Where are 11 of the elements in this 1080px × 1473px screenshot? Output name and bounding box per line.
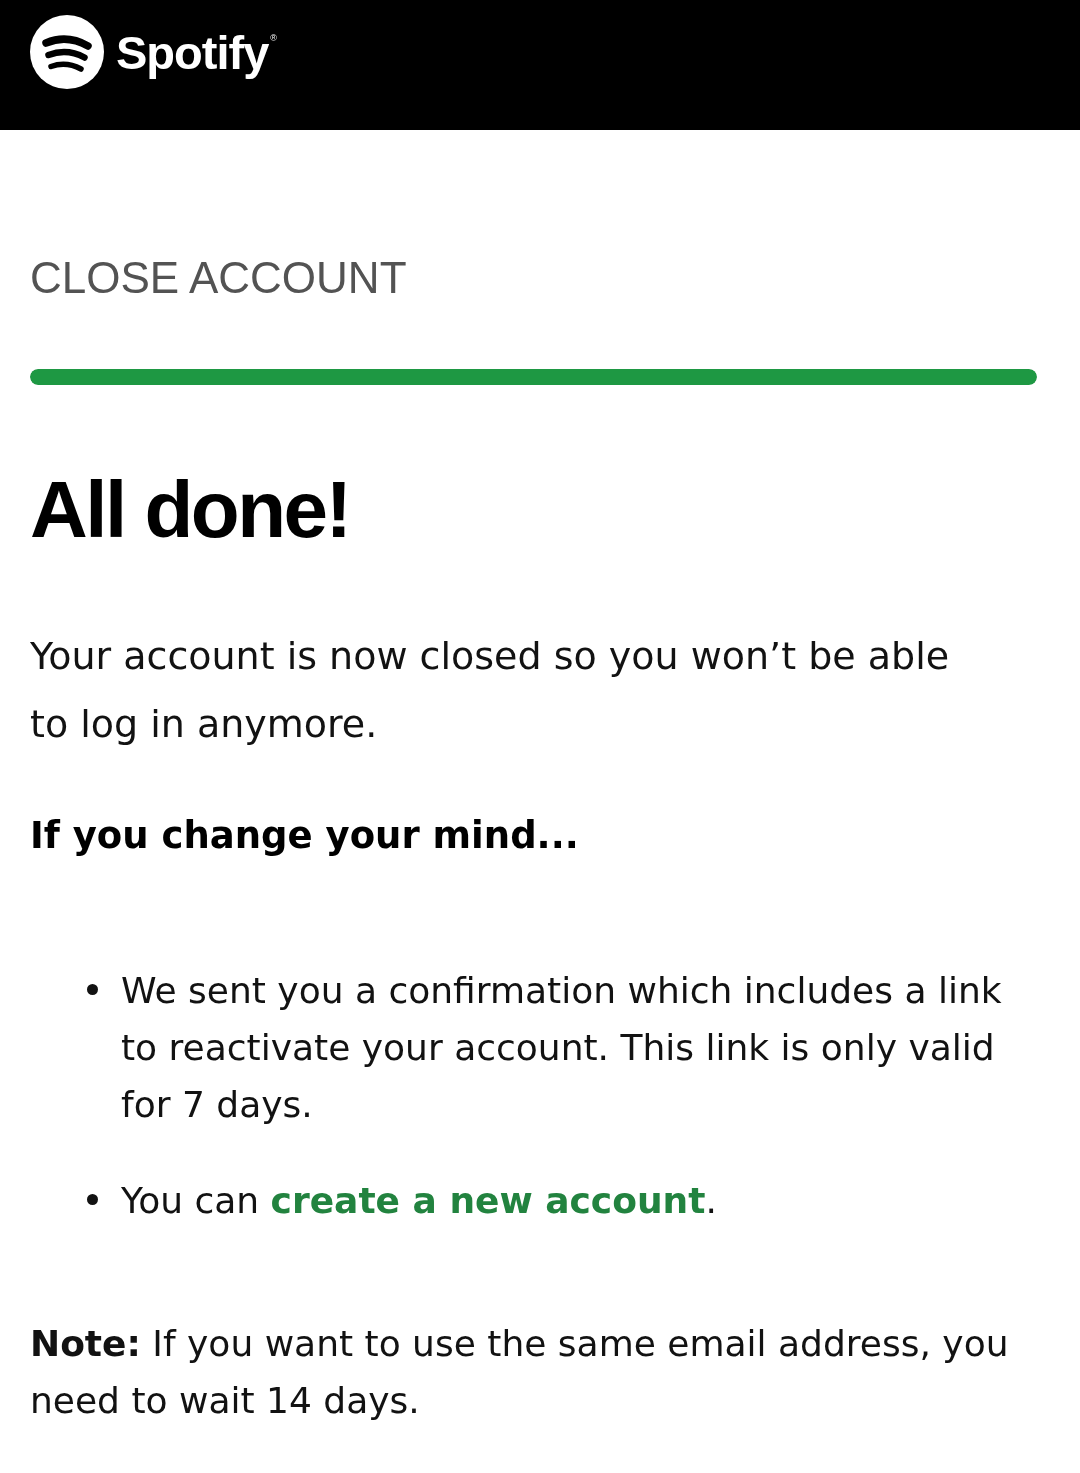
subheading: If you change your mind... xyxy=(30,813,579,859)
bullet-text: You can create a new account. xyxy=(121,1179,717,1223)
section-title: CLOSE ACCOUNT xyxy=(30,252,407,304)
bullet-icon xyxy=(87,984,98,995)
create-account-link[interactable]: create a new account xyxy=(270,1180,706,1221)
note-text: Note: If you want to use the same email address, you need to wait 14 days. xyxy=(30,1322,1010,1423)
heading: All done! xyxy=(30,465,350,555)
bullet-icon xyxy=(87,1194,98,1205)
message-text: Your account is now closed so you won’t be able to log in anymore. xyxy=(30,633,951,748)
bullet-text: We sent you a confirmation which includes a link to reactivate your account. This link is only valid for 7 days. xyxy=(121,969,1003,1127)
logo-icon[interactable] xyxy=(30,15,104,89)
